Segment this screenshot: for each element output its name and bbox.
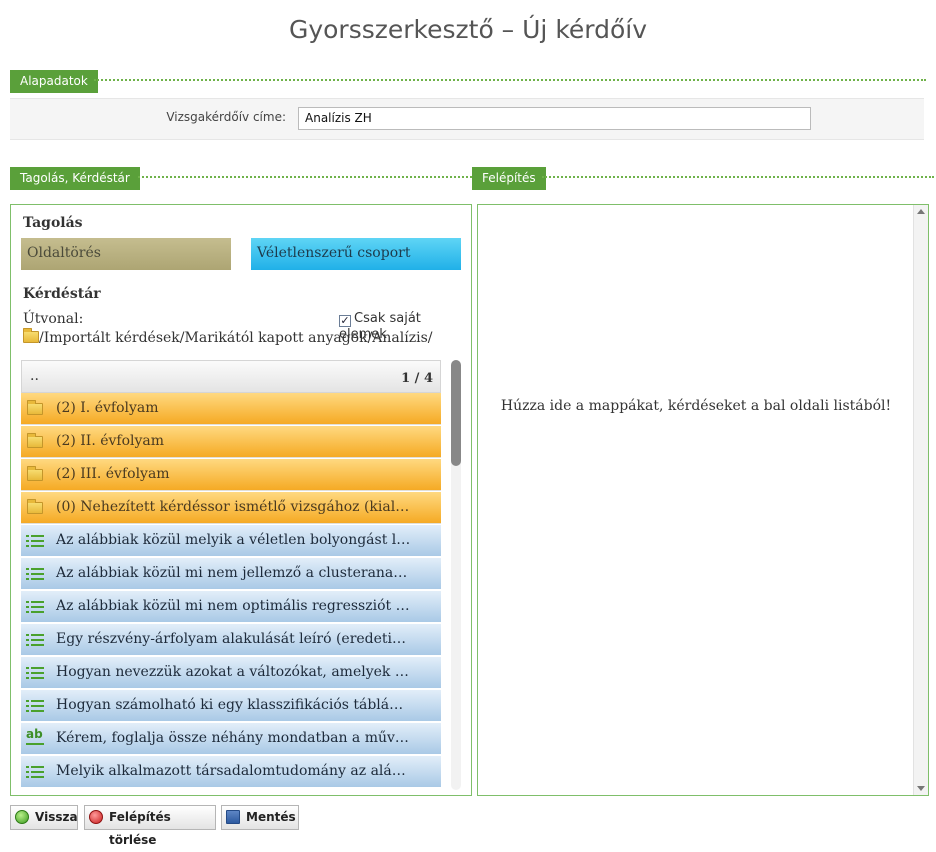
list-header: .. 1 / 4 bbox=[21, 360, 441, 393]
floppy-disk-icon bbox=[226, 810, 240, 824]
folder-icon bbox=[23, 328, 39, 343]
folder-icon bbox=[27, 433, 43, 448]
list-icon bbox=[26, 534, 44, 548]
list-item-question[interactable]: Hogyan nevezzük azokat a változókat, ame… bbox=[21, 657, 441, 689]
drop-hint: Húzza ide a mappákat, kérdéseket a bal o… bbox=[500, 398, 892, 414]
list-icon bbox=[26, 633, 44, 647]
section-basics-tab: Alapadatok bbox=[10, 70, 98, 93]
list-item-question[interactable]: ab Kérem, foglalja össze néhány mondatba… bbox=[21, 723, 441, 755]
list-item-question[interactable]: Melyik alkalmazott társadalomtudomány az… bbox=[21, 756, 441, 788]
question-label: Melyik alkalmazott társadalomtudomány az… bbox=[56, 763, 441, 779]
page-indicator: 1 / 4 bbox=[401, 371, 433, 386]
list-scrollbar[interactable] bbox=[451, 360, 461, 790]
question-label: Egy részvény-árfolyam alakulását leíró (… bbox=[56, 631, 441, 647]
back-label: Vissza bbox=[35, 810, 78, 824]
list-item-question[interactable]: Egy részvény-árfolyam alakulását leíró (… bbox=[21, 624, 441, 656]
layout-scrollbar[interactable] bbox=[913, 205, 928, 795]
list-item-folder[interactable]: (2) III. évfolyam bbox=[21, 459, 441, 491]
list-item-question[interactable]: Az alábbiak közül melyik a véletlen boly… bbox=[21, 525, 441, 557]
folder-icon bbox=[27, 499, 43, 514]
random-group-tile[interactable]: Véletlenszerű csoport bbox=[251, 238, 461, 270]
section-structure-tab: Tagolás, Kérdéstár bbox=[10, 167, 140, 190]
clear-layout-button[interactable]: Felépítés törlése bbox=[84, 805, 216, 847]
delete-icon bbox=[89, 810, 103, 824]
question-label: Az alábbiak közül mi nem jellemző a clus… bbox=[56, 565, 441, 581]
question-label: Az alábbiak közül mi nem optimális regre… bbox=[56, 598, 441, 614]
path-text[interactable]: /Importált kérdések/Marikától kapott any… bbox=[39, 330, 433, 346]
page-break-tile[interactable]: Oldaltörés bbox=[21, 238, 231, 270]
list-item-question[interactable]: Az alábbiak közül mi nem jellemző a clus… bbox=[21, 558, 441, 590]
breadcrumb: /Importált kérdések/Marikától kapott any… bbox=[23, 328, 433, 346]
folder-label: (2) I. évfolyam bbox=[56, 400, 159, 416]
question-label: Kérem, foglalja össze néhány mondatban a… bbox=[56, 730, 441, 746]
question-bank-list: .. 1 / 4 (2) I. évfolyam (2) II. évfolya… bbox=[21, 360, 441, 790]
layout-drop-zone[interactable]: Húzza ide a mappákat, kérdéseket a bal o… bbox=[477, 204, 929, 796]
list-item-question[interactable]: Az alábbiak közül mi nem optimális regre… bbox=[21, 591, 441, 623]
question-label: Az alábbiak közül melyik a véletlen boly… bbox=[56, 532, 441, 548]
scroll-down-arrow-icon[interactable] bbox=[917, 786, 925, 791]
page-title: Gyorsszerkesztő – Új kérdőív bbox=[288, 15, 648, 44]
checkbox-checked-icon[interactable]: ✓ bbox=[339, 315, 351, 327]
back-button[interactable]: Vissza bbox=[10, 805, 78, 830]
list-item-folder[interactable]: (2) II. évfolyam bbox=[21, 426, 441, 458]
question-label: Hogyan nevezzük azokat a változókat, ame… bbox=[56, 664, 441, 680]
text-answer-icon: ab bbox=[26, 728, 44, 748]
list-icon bbox=[26, 699, 44, 713]
save-button[interactable]: Mentés bbox=[221, 805, 299, 830]
basics-form: Vizsgakérdőív címe: Analízis ZH bbox=[10, 98, 924, 140]
section-layout-tab: Felépítés bbox=[472, 167, 546, 190]
folder-label: (2) III. évfolyam bbox=[56, 466, 170, 482]
left-panel: Tagolás Oldaltörés Véletlenszerű csoport… bbox=[10, 204, 472, 796]
scrollbar-thumb[interactable] bbox=[451, 360, 461, 466]
parent-folder-link[interactable]: .. bbox=[30, 368, 39, 384]
folder-icon bbox=[27, 400, 43, 415]
list-icon bbox=[26, 567, 44, 581]
clear-label: Felépítés törlése bbox=[109, 810, 171, 847]
section-divider bbox=[138, 176, 472, 178]
list-icon bbox=[26, 600, 44, 614]
folder-label: (0) Nehezített kérdéssor ismétlő vizsgáh… bbox=[56, 499, 441, 515]
list-icon bbox=[26, 765, 44, 779]
segmentation-heading: Tagolás bbox=[23, 215, 83, 231]
section-divider bbox=[542, 176, 934, 178]
list-item-folder[interactable]: (2) I. évfolyam bbox=[21, 393, 441, 425]
folder-icon bbox=[27, 466, 43, 481]
back-icon bbox=[15, 810, 29, 824]
title-input[interactable]: Analízis ZH bbox=[298, 107, 811, 130]
path-label: Útvonal: bbox=[23, 311, 84, 327]
list-icon bbox=[26, 666, 44, 680]
save-label: Mentés bbox=[246, 810, 296, 824]
section-divider bbox=[94, 79, 926, 81]
scroll-up-arrow-icon[interactable] bbox=[917, 209, 925, 214]
folder-label: (2) II. évfolyam bbox=[56, 433, 165, 449]
list-item-question[interactable]: Hogyan számolható ki egy klasszifikációs… bbox=[21, 690, 441, 722]
question-label: Hogyan számolható ki egy klasszifikációs… bbox=[56, 697, 441, 713]
bank-heading: Kérdéstár bbox=[23, 286, 101, 302]
title-label: Vizsgakérdőív címe: bbox=[166, 110, 286, 124]
list-item-folder[interactable]: (0) Nehezített kérdéssor ismétlő vizsgáh… bbox=[21, 492, 441, 524]
